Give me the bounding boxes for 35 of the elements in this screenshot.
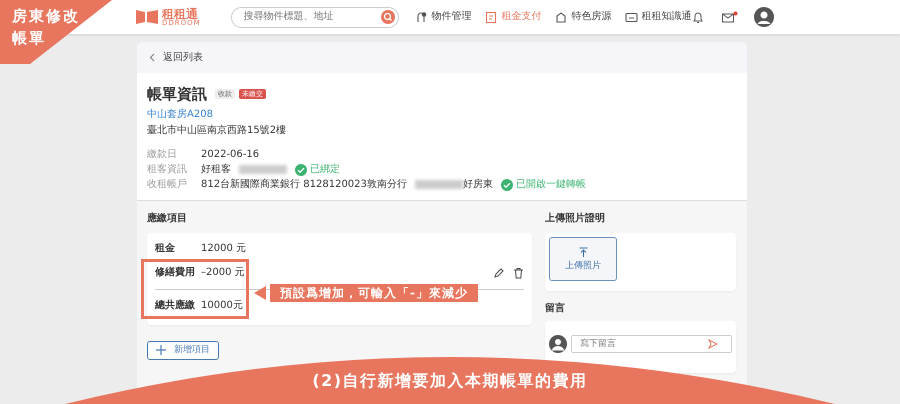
- item-amount: 12000 元: [201, 243, 246, 255]
- back-link[interactable]: 返回列表: [163, 52, 203, 64]
- comment-box[interactable]: 寫下留言: [571, 335, 732, 353]
- status-text: 已綁定: [310, 164, 340, 176]
- item-label: 修繕費用: [155, 267, 196, 279]
- corner-label: 房東修改 帳單: [12, 6, 80, 49]
- item-label: 租金: [155, 243, 176, 255]
- page-title: 帳單資訊: [147, 85, 207, 103]
- total-amount: 10000元: [201, 300, 243, 312]
- section-title: 留言: [545, 303, 566, 315]
- logo-text: 租租通: [162, 8, 198, 20]
- field-value: 好租客: [201, 164, 231, 176]
- search-box[interactable]: 搜尋物件標題、地址: [230, 6, 399, 28]
- field-value: 好房東: [462, 178, 493, 190]
- total-label: 總共應繳: [155, 300, 196, 312]
- search-field[interactable]: 搜尋物件標題、地址: [242, 10, 381, 24]
- item-amount: –2000 元: [201, 267, 245, 279]
- address-text: 臺北市中山區南京西路15號2樓: [147, 125, 288, 138]
- section-title: 應繳項目: [147, 213, 188, 225]
- property-link[interactable]: 中山套房A208: [147, 109, 739, 121]
- add-item-button[interactable]: 新增項目: [147, 341, 219, 360]
- field-value: 812台新國際商業銀行 8128120023敦南分行: [201, 178, 407, 190]
- comment-field[interactable]: 寫下留言: [578, 338, 708, 350]
- status-text: 已開啟一鍵轉帳: [516, 178, 586, 190]
- field-label: 繳款日: [147, 148, 178, 160]
- field-label: 租客資訊: [147, 164, 188, 176]
- nav-link[interactable]: 特色房源: [554, 10, 612, 24]
- nav-link[interactable]: 物件管理: [414, 10, 472, 24]
- section-title: 上傳照片證明: [545, 213, 606, 225]
- callout-label: 預設爲增加，可輸入「-」來減少: [270, 284, 478, 302]
- field-label: 收租帳戶: [147, 178, 188, 190]
- nav-link[interactable]: 租租知識通: [624, 10, 692, 24]
- field-value: 2022-06-16: [201, 148, 260, 160]
- banner-caption: (2)自行新增要加入本期帳單的費用: [312, 371, 588, 390]
- upload-button[interactable]: 上傳照片: [549, 237, 617, 281]
